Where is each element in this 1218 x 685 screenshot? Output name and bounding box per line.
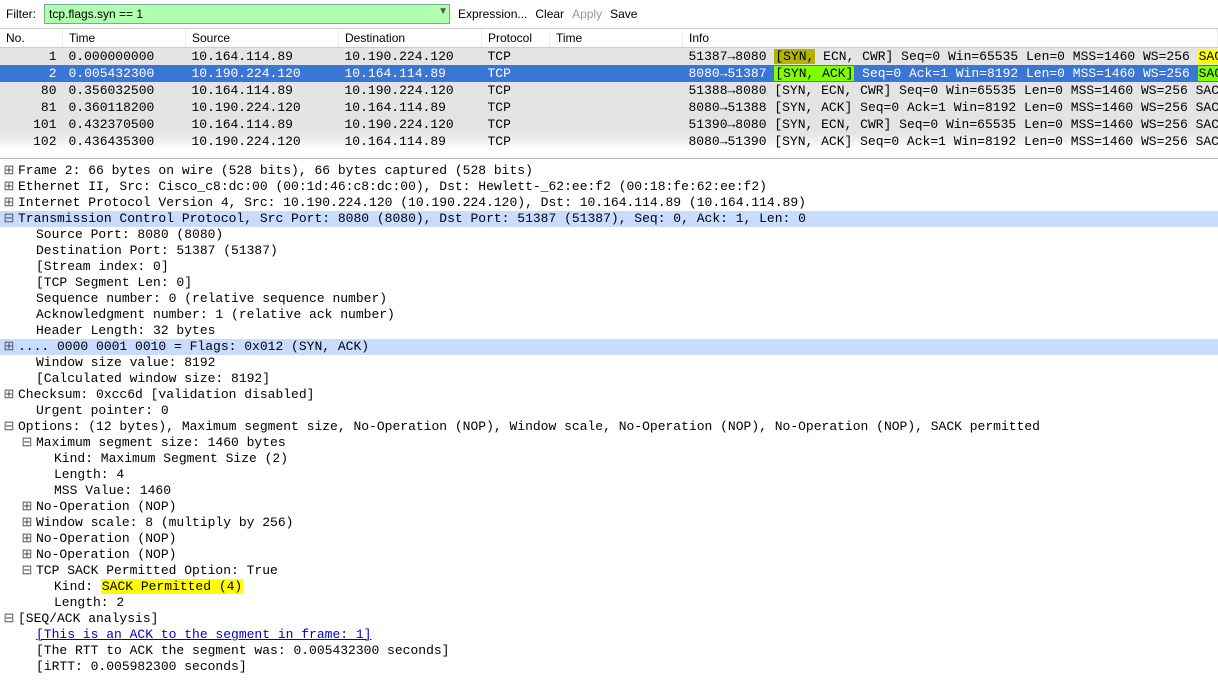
mss-val[interactable]: MSS Value: 1460 xyxy=(18,483,1218,499)
options-line[interactable]: Options: (12 bytes), Maximum segment siz… xyxy=(18,419,1218,435)
stream-index[interactable]: [Stream index: 0] xyxy=(18,259,1218,275)
collapse-icon[interactable]: ⊟ xyxy=(0,611,18,627)
frame-line[interactable]: Frame 2: 66 bytes on wire (528 bits), 66… xyxy=(18,163,1218,179)
expand-icon[interactable]: ⊞ xyxy=(18,531,36,547)
expand-icon[interactable]: ⊞ xyxy=(0,179,18,195)
packet-row[interactable]: 810.36011820010.190.224.12010.164.114.89… xyxy=(0,99,1218,116)
filter-toolbar: Filter: ▼ Expression... Clear Apply Save xyxy=(0,0,1218,29)
apply-button[interactable]: Apply xyxy=(572,7,602,21)
packet-row[interactable]: 1010.43237050010.164.114.8910.190.224.12… xyxy=(0,116,1218,133)
collapse-icon[interactable]: ⊟ xyxy=(0,419,18,435)
segment-len[interactable]: [TCP Segment Len: 0] xyxy=(18,275,1218,291)
expand-icon[interactable]: ⊞ xyxy=(0,339,18,355)
expand-icon[interactable]: ⊞ xyxy=(18,515,36,531)
dst-port[interactable]: Destination Port: 51387 (51387) xyxy=(18,243,1218,259)
mss-kind[interactable]: Kind: Maximum Segment Size (2) xyxy=(18,451,1218,467)
nop-1[interactable]: No-Operation (NOP) xyxy=(36,499,1218,515)
seq-ack-analysis[interactable]: [SEQ/ACK analysis] xyxy=(18,611,1218,627)
col-time[interactable]: Time xyxy=(63,29,186,48)
expand-icon[interactable]: ⊞ xyxy=(18,499,36,515)
collapse-icon[interactable]: ⊟ xyxy=(18,563,36,579)
col-no[interactable]: No. xyxy=(0,29,63,48)
nop-3[interactable]: No-Operation (NOP) xyxy=(36,547,1218,563)
col-destination[interactable]: Destination xyxy=(339,29,482,48)
col-info[interactable]: Info xyxy=(683,29,1218,48)
irtt-line[interactable]: [iRTT: 0.005982300 seconds] xyxy=(18,659,1218,675)
expand-icon[interactable]: ⊞ xyxy=(0,387,18,403)
header-len[interactable]: Header Length: 32 bytes xyxy=(18,323,1218,339)
packet-details[interactable]: ⊞Frame 2: 66 bytes on wire (528 bits), 6… xyxy=(0,158,1218,685)
rtt-line[interactable]: [The RTT to ACK the segment was: 0.00543… xyxy=(18,643,1218,659)
col-source[interactable]: Source xyxy=(186,29,339,48)
expand-icon[interactable]: ⊞ xyxy=(0,163,18,179)
expand-icon[interactable]: ⊞ xyxy=(18,547,36,563)
expression-button[interactable]: Expression... xyxy=(458,7,527,21)
filter-dropdown-icon[interactable]: ▼ xyxy=(438,6,448,17)
packet-row[interactable]: 20.00543230010.190.224.12010.164.114.89T… xyxy=(0,65,1218,82)
urgent-ptr[interactable]: Urgent pointer: 0 xyxy=(18,403,1218,419)
win-size[interactable]: Window size value: 8192 xyxy=(18,355,1218,371)
sack-len[interactable]: Length: 2 xyxy=(18,595,1218,611)
eth-line[interactable]: Ethernet II, Src: Cisco_c8:dc:00 (00:1d:… xyxy=(18,179,1218,195)
filter-label: Filter: xyxy=(6,7,36,21)
tcp-line[interactable]: Transmission Control Protocol, Src Port:… xyxy=(18,211,1218,227)
flags-line[interactable]: .... 0000 0001 0010 = Flags: 0x012 (SYN,… xyxy=(18,339,1218,355)
sack-option[interactable]: TCP SACK Permitted Option: True xyxy=(36,563,1218,579)
packet-header-row: No. Time Source Destination Protocol Tim… xyxy=(0,29,1218,48)
mss-line[interactable]: Maximum segment size: 1460 bytes xyxy=(36,435,1218,451)
src-port[interactable]: Source Port: 8080 (8080) xyxy=(18,227,1218,243)
ip-line[interactable]: Internet Protocol Version 4, Src: 10.190… xyxy=(18,195,1218,211)
packet-list[interactable]: No. Time Source Destination Protocol Tim… xyxy=(0,29,1218,150)
filter-input[interactable] xyxy=(44,4,450,24)
save-button[interactable]: Save xyxy=(610,7,637,21)
collapse-icon[interactable]: ⊟ xyxy=(0,211,18,227)
calc-win[interactable]: [Calculated window size: 8192] xyxy=(18,371,1218,387)
packet-row[interactable]: 1020.43643530010.190.224.12010.164.114.8… xyxy=(0,133,1218,150)
seq-number[interactable]: Sequence number: 0 (relative sequence nu… xyxy=(18,291,1218,307)
col-protocol[interactable]: Protocol xyxy=(482,29,550,48)
mss-len[interactable]: Length: 4 xyxy=(18,467,1218,483)
window-scale[interactable]: Window scale: 8 (multiply by 256) xyxy=(36,515,1218,531)
ack-to-frame[interactable]: [This is an ACK to the segment in frame:… xyxy=(18,627,1218,643)
ack-number[interactable]: Acknowledgment number: 1 (relative ack n… xyxy=(18,307,1218,323)
clear-button[interactable]: Clear xyxy=(535,7,564,21)
sack-kind[interactable]: Kind: SACK Permitted (4) xyxy=(18,579,1218,595)
collapse-icon[interactable]: ⊟ xyxy=(18,435,36,451)
col-time2[interactable]: Time xyxy=(550,29,683,48)
nop-2[interactable]: No-Operation (NOP) xyxy=(36,531,1218,547)
expand-icon[interactable]: ⊞ xyxy=(0,195,18,211)
packet-row[interactable]: 800.35603250010.164.114.8910.190.224.120… xyxy=(0,82,1218,99)
checksum[interactable]: Checksum: 0xcc6d [validation disabled] xyxy=(18,387,1218,403)
packet-row[interactable]: 10.00000000010.164.114.8910.190.224.120T… xyxy=(0,48,1218,66)
